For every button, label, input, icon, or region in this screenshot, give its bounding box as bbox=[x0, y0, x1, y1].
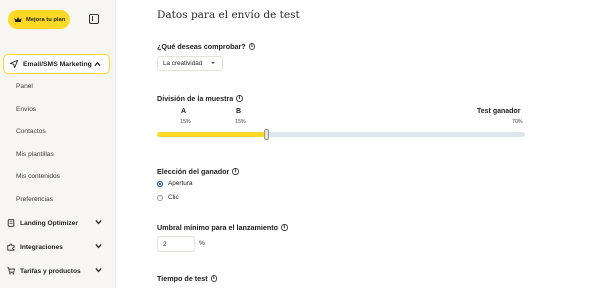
split-winner-label: Test ganador bbox=[477, 108, 521, 115]
send-icon bbox=[10, 60, 18, 68]
upgrade-plan-button[interactable]: Mejora tu plan bbox=[8, 10, 70, 29]
sample-split-handle[interactable] bbox=[264, 129, 269, 140]
compare-label: ¿Qué deseas comprobar? bbox=[157, 42, 246, 51]
menu-tarifas-productos-label: Tarifas y productos bbox=[20, 267, 81, 275]
winner-label: Elección del ganador bbox=[157, 167, 230, 176]
chevron-down-icon bbox=[95, 244, 102, 249]
winner-section-label: Elección del ganador bbox=[157, 167, 239, 176]
info-icon[interactable] bbox=[210, 275, 218, 282]
radio-apertura-label: Apertura bbox=[168, 180, 193, 187]
info-icon[interactable] bbox=[236, 95, 243, 102]
threshold-input[interactable]: 2 bbox=[157, 236, 195, 252]
info-icon[interactable] bbox=[248, 43, 256, 50]
sidebar-item-contactos[interactable]: Contactos bbox=[16, 128, 46, 135]
chevron-down-icon bbox=[95, 268, 102, 273]
split-winner-percent: 70% bbox=[512, 119, 523, 125]
threshold-label: Umbral mínimo para el lanzamiento bbox=[157, 223, 279, 232]
compare-select-value: La creatividad bbox=[163, 60, 203, 67]
info-icon[interactable] bbox=[281, 224, 288, 231]
menu-integraciones-label: Integraciones bbox=[20, 243, 63, 251]
menu-landing-optimizer[interactable]: Landing Optimizer bbox=[7, 216, 105, 230]
sidebar-item-panel[interactable]: Panel bbox=[16, 83, 33, 90]
upgrade-plan-label: Mejora tu plan bbox=[26, 16, 66, 23]
sidebar: Mejora tu plan Email/SMS Marketing Panel… bbox=[0, 0, 116, 288]
sidebar-item-contenidos[interactable]: Mis contenidos bbox=[16, 173, 60, 180]
radio-button-selected[interactable] bbox=[157, 180, 163, 187]
crown-icon bbox=[14, 16, 22, 23]
split-label: División de la muestra bbox=[157, 94, 234, 103]
threshold-percent-suffix: % bbox=[199, 240, 205, 247]
radio-clic[interactable]: Clic bbox=[157, 194, 179, 201]
split-a-label: A bbox=[181, 108, 187, 115]
sample-split-slider[interactable] bbox=[157, 132, 525, 137]
split-b-label: B bbox=[236, 108, 242, 115]
radio-apertura[interactable]: Apertura bbox=[157, 180, 193, 187]
menu-email-sms-marketing-label: Email/SMS Marketing bbox=[23, 60, 92, 68]
info-icon[interactable] bbox=[232, 168, 239, 175]
chevron-up-icon bbox=[94, 61, 101, 67]
sidebar-item-preferencias[interactable]: Preferencias bbox=[16, 196, 53, 203]
main-content: Datos para el envío de test ¿Qué deseas … bbox=[116, 0, 602, 288]
test-time-label: Tiempo de test bbox=[157, 274, 208, 283]
puzzle-icon bbox=[7, 243, 15, 251]
caret-down-icon bbox=[211, 62, 215, 64]
menu-tarifas-productos[interactable]: Tarifas y productos bbox=[7, 264, 105, 278]
compare-section-label: ¿Qué deseas comprobar? bbox=[157, 42, 256, 51]
split-a-percent: 15% bbox=[180, 119, 191, 125]
test-time-section-label: Tiempo de test bbox=[157, 274, 218, 283]
menu-email-sms-marketing[interactable]: Email/SMS Marketing bbox=[3, 54, 110, 74]
menu-integraciones[interactable]: Integraciones bbox=[7, 240, 105, 254]
menu-landing-optimizer-label: Landing Optimizer bbox=[20, 219, 78, 227]
split-b-percent: 15% bbox=[235, 119, 246, 125]
chevron-down-icon bbox=[95, 220, 102, 225]
radio-clic-label: Clic bbox=[168, 194, 179, 201]
threshold-section-label: Umbral mínimo para el lanzamiento bbox=[157, 223, 288, 232]
radio-button[interactable] bbox=[157, 194, 163, 201]
cart-icon bbox=[7, 267, 15, 275]
sidebar-collapse-icon[interactable] bbox=[89, 14, 99, 24]
sample-split-fill bbox=[157, 132, 264, 137]
document-icon bbox=[7, 219, 15, 227]
split-section-label: División de la muestra bbox=[157, 94, 243, 103]
sidebar-item-plantillas[interactable]: Mis plantillas bbox=[16, 151, 54, 158]
page-title: Datos para el envío de test bbox=[157, 9, 300, 21]
compare-select[interactable]: La creatividad bbox=[157, 56, 223, 71]
sidebar-item-envios[interactable]: Envíos bbox=[16, 106, 36, 113]
